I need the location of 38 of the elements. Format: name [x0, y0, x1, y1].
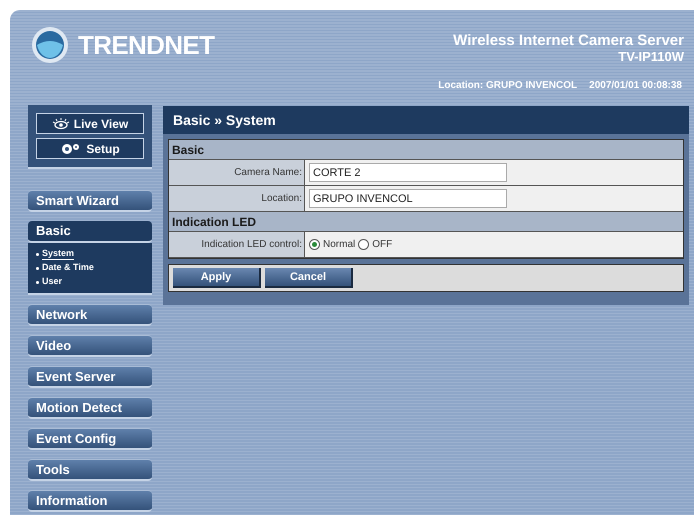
radio-button[interactable]: [309, 239, 320, 250]
nav-item[interactable]: Smart Wizard: [28, 190, 152, 212]
bullet-icon: [36, 252, 39, 256]
nav-item[interactable]: Video: [28, 335, 152, 357]
bullet-icon: [36, 266, 39, 270]
section-header: Basic: [169, 140, 683, 160]
field-label: Camera Name:: [169, 160, 305, 185]
submenu-link[interactable]: Date & Time: [42, 262, 94, 274]
datetime-text: 2007/01/01 00:08:38: [589, 79, 682, 93]
action-button[interactable]: Cancel: [265, 268, 353, 288]
location-text: Location: GRUPO INVENCOL: [438, 79, 578, 93]
field-label: Location:: [169, 186, 305, 211]
radio-label: OFF: [372, 238, 392, 252]
logo-icon: [30, 25, 70, 65]
nav-item[interactable]: Information: [28, 490, 152, 512]
radio-button[interactable]: [358, 239, 370, 250]
field-label: Indication LED control:: [169, 232, 305, 257]
nav-item[interactable]: Event Config: [28, 428, 152, 450]
logo-text: TRENDNET: [78, 28, 214, 62]
nav-item[interactable]: Motion Detect: [28, 397, 152, 419]
action-button[interactable]: Apply: [173, 268, 261, 288]
page-title: Basic » System: [172, 110, 277, 130]
model-name: TV-IP110W: [618, 49, 684, 64]
nav-item[interactable]: Basic: [28, 221, 152, 243]
bullet-icon: [36, 280, 39, 284]
eye-icon: [52, 116, 70, 130]
text-field[interactable]: GRUPO INVENCOL: [309, 189, 507, 208]
product-title: Wireless Internet Camera Server: [453, 32, 684, 49]
submenu-link[interactable]: User: [42, 276, 62, 288]
nav-item[interactable]: Tools: [28, 459, 152, 481]
text-field[interactable]: CORTE 2: [309, 163, 507, 182]
nav-item[interactable]: Network: [28, 304, 152, 326]
section-header: Indication LED: [169, 212, 683, 232]
nav-item[interactable]: Event Server: [28, 366, 152, 388]
mode-button[interactable]: Setup: [36, 138, 144, 159]
radio-label: Normal: [323, 238, 356, 252]
mode-button[interactable]: Live View: [36, 113, 144, 134]
submenu-link[interactable]: System: [42, 248, 74, 260]
